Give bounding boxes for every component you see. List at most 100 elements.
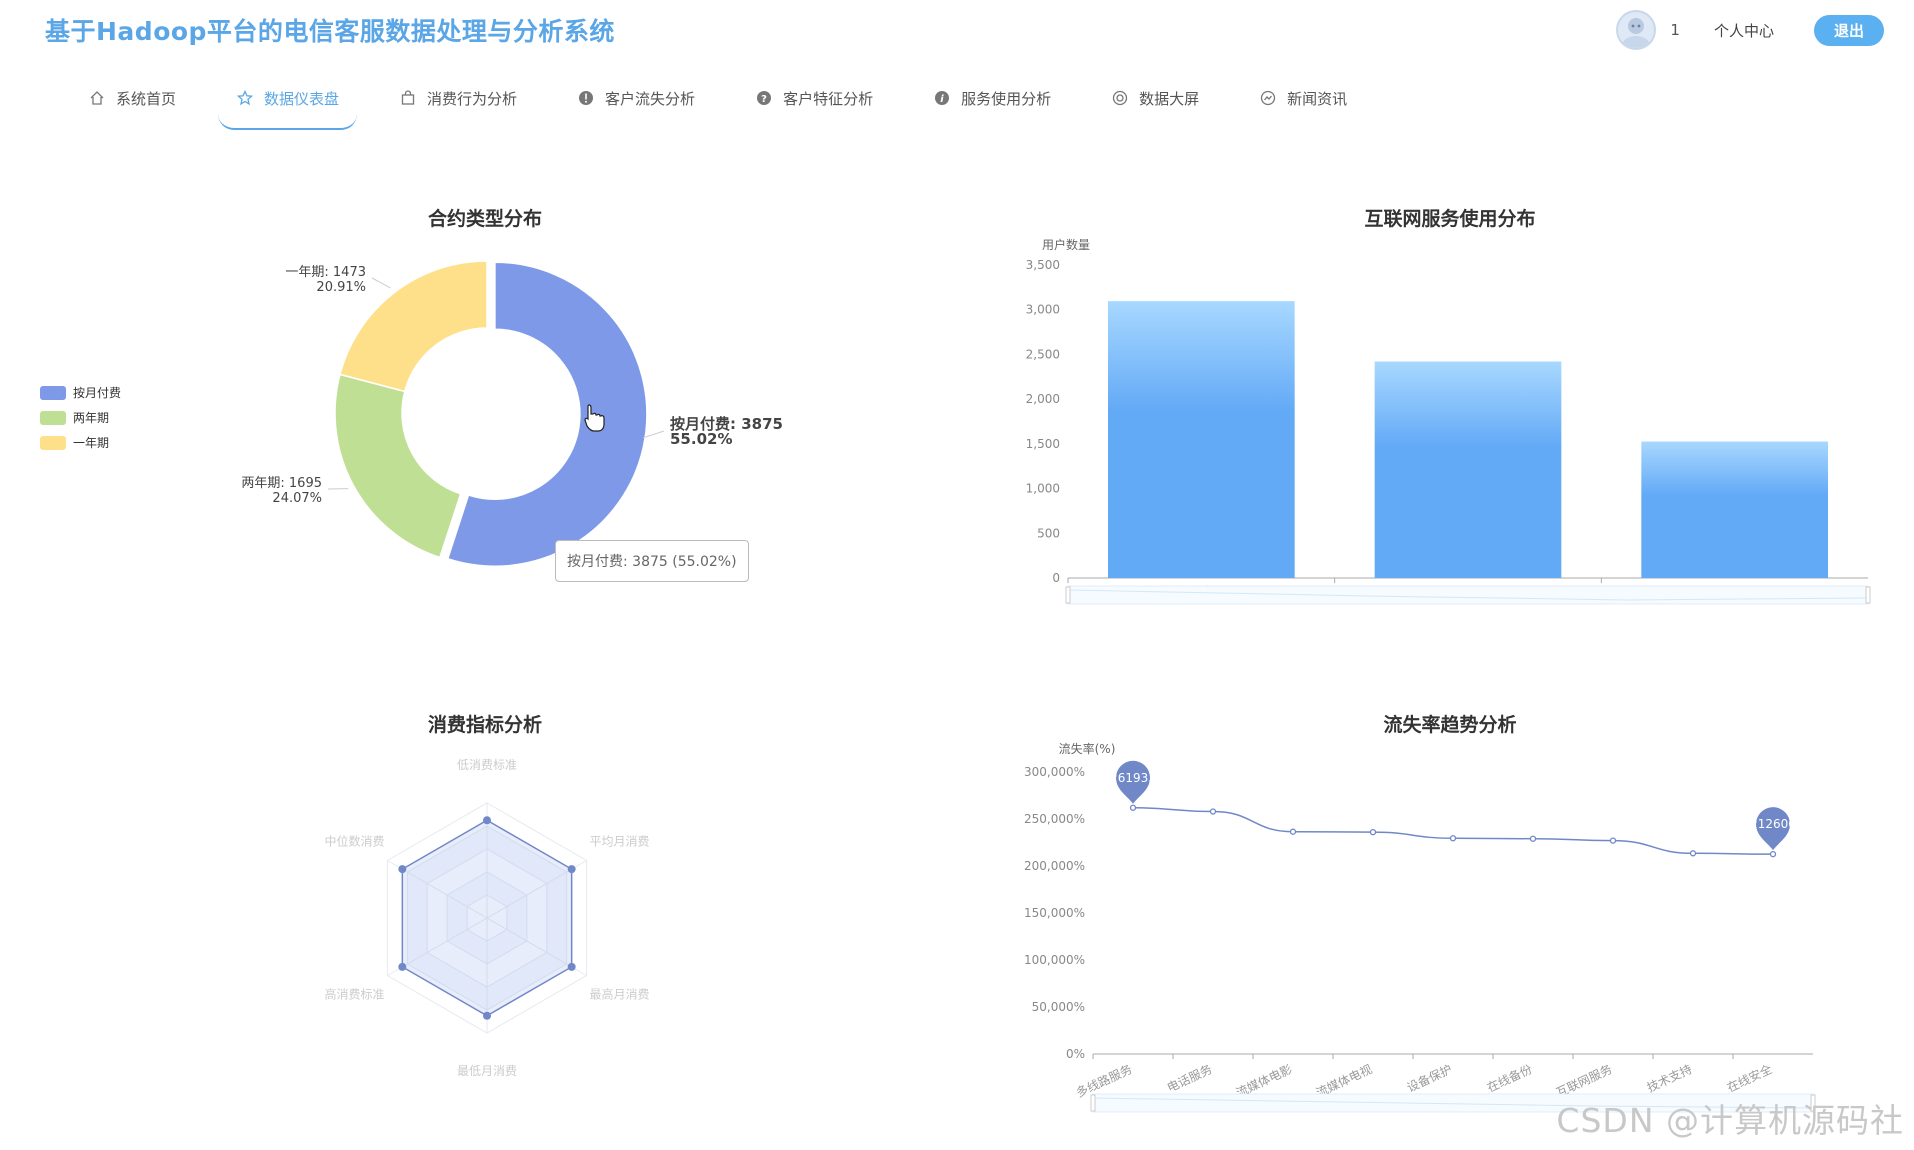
x-tick-label: 在线备份 xyxy=(1485,1062,1534,1095)
marker-pin-label: 261933 xyxy=(1110,771,1156,785)
line-point xyxy=(1609,837,1617,844)
nav-item-label: 客户流失分析 xyxy=(605,89,696,108)
star-icon xyxy=(236,89,254,107)
nav-item-dashboard[interactable]: 数据仪表盘 xyxy=(218,80,358,130)
line-chart-title: 流失率趋势分析 xyxy=(1383,714,1517,736)
radar-point xyxy=(398,962,407,971)
legend-label: 一年期 xyxy=(73,436,110,450)
line-point xyxy=(1209,808,1217,815)
radar-point xyxy=(567,962,576,971)
y-tick-label: 0% xyxy=(1066,1047,1085,1061)
pie-tooltip: 按月付费: 3875 (55.02%) xyxy=(555,540,749,582)
line-point xyxy=(1289,828,1297,835)
data-zoom-handle-right xyxy=(1865,586,1871,604)
nav-item-label: 消费行为分析 xyxy=(427,89,518,108)
line-marker-pin: 261933 xyxy=(1110,760,1156,804)
y-axis-label: 用户数量 xyxy=(1042,237,1090,252)
y-tick-label: 100,000% xyxy=(1024,953,1085,967)
bar-chart: 用户数量05001,0001,5002,0002,5003,0003,500光纤… xyxy=(1026,237,1871,605)
legend-item-one-year[interactable]: 一年期 xyxy=(40,430,121,455)
radar-point xyxy=(567,865,576,874)
pie-slice[interactable] xyxy=(334,373,462,559)
nav-item-bigscreen[interactable]: 数据大屏 xyxy=(1093,80,1217,116)
bar xyxy=(1374,361,1562,578)
data-zoom-slider xyxy=(1067,585,1869,605)
line-point xyxy=(1529,835,1537,842)
nav-item-label: 新闻资讯 xyxy=(1287,89,1348,108)
y-tick-label: 2,500 xyxy=(1026,347,1060,361)
nav-item-label: 系统首页 xyxy=(116,89,177,108)
y-tick-label: 200,000% xyxy=(1024,859,1085,873)
line-marker-pin: 212600 xyxy=(1750,807,1796,851)
radar-chart: 低消费标准平均月消费最高月消费最低月消费 高消费标准 中位数消费 xyxy=(324,758,650,1078)
nav-item-label: 数据仪表盘 xyxy=(264,89,340,108)
y-tick-label: 1,000 xyxy=(1026,482,1060,496)
y-tick-label: 3,000 xyxy=(1026,303,1060,317)
nav-item-churn[interactable]: 客户流失分析 xyxy=(559,80,713,116)
y-tick-label: 0 xyxy=(1052,571,1060,585)
nav-item-news[interactable]: 新闻资讯 xyxy=(1241,80,1365,116)
line-point xyxy=(1449,835,1457,842)
bag-icon xyxy=(399,89,417,107)
radar-indicator-label: 高消费标准 xyxy=(324,987,384,1002)
line-series xyxy=(1132,807,1774,855)
news-icon xyxy=(1259,89,1277,107)
user-area: 1 个人中心 退出 xyxy=(1616,10,1884,50)
y-tick-label: 2,000 xyxy=(1026,392,1060,406)
nav-item-label: 数据大屏 xyxy=(1139,89,1200,108)
legend-item-monthly[interactable]: 按月付费 xyxy=(40,380,121,405)
line-chart: 流失率(%) 0% 50,000% 100,000% 150,000% 200,000% 2… xyxy=(1024,741,1816,1113)
x-tick-label: 设备保护 xyxy=(1405,1062,1454,1095)
radar-indicator-label: 低消费标准 xyxy=(457,758,517,772)
home-icon xyxy=(88,89,106,107)
y-tick-label: 300,000% xyxy=(1024,765,1085,779)
pie-label: 两年期: 1695 xyxy=(241,476,322,491)
legend-swatch xyxy=(40,435,66,450)
y-tick-label: 1,500 xyxy=(1026,437,1060,451)
radar-indicator-label: 中位数消费 xyxy=(324,834,384,849)
radar-indicator-label: 平均月消费 xyxy=(590,835,650,849)
line-point xyxy=(1769,851,1777,858)
screen-icon xyxy=(1111,89,1129,107)
x-tick-label: 电话服务 xyxy=(1164,1061,1214,1095)
pie-label-percent: 24.07% xyxy=(272,491,322,506)
y-tick-label: 500 xyxy=(1037,526,1060,540)
radar-point xyxy=(483,816,491,825)
y-tick-label: 3,500 xyxy=(1026,258,1060,272)
svg-text:i: i xyxy=(940,94,944,105)
y-tick-label: 150,000% xyxy=(1024,906,1085,920)
radar-point xyxy=(398,865,407,874)
user-center-link[interactable]: 个人中心 xyxy=(1714,20,1774,41)
user-name: 1 xyxy=(1670,21,1680,39)
nav-item-label: 服务使用分析 xyxy=(961,89,1052,108)
legend-label: 两年期 xyxy=(73,411,110,425)
avatar[interactable] xyxy=(1616,10,1657,50)
y-tick-label: 50,000% xyxy=(1032,1000,1085,1014)
bar xyxy=(1108,301,1295,578)
line-point xyxy=(1369,829,1377,836)
nav-item-features[interactable]: ? 客户特征分析 xyxy=(737,80,891,116)
radar-chart-title: 消费指标分析 xyxy=(427,714,542,736)
legend-label: 按月付费 xyxy=(73,386,122,400)
data-zoom-handle-left xyxy=(1065,586,1071,604)
radar-point xyxy=(483,1011,491,1020)
radar-indicator-label: 最低月消费 xyxy=(457,1064,517,1078)
y-axis-label: 流失率(%) xyxy=(1059,741,1116,756)
nav-item-service[interactable]: i 服务使用分析 xyxy=(915,80,1069,116)
legend-item-two-year[interactable]: 两年期 xyxy=(40,405,121,430)
logout-button[interactable]: 退出 xyxy=(1813,14,1884,46)
nav-item-home[interactable]: 系统首页 xyxy=(70,80,194,116)
line-point xyxy=(1689,850,1697,857)
legend-swatch xyxy=(40,385,66,400)
warning-icon xyxy=(577,89,595,107)
pie-legend: 按月付费 两年期 一年期 xyxy=(40,380,121,455)
x-tick-label: 在线安全 xyxy=(1724,1061,1774,1095)
pie-chart-title: 合约类型分布 xyxy=(427,208,542,230)
question-icon: ? xyxy=(755,89,773,107)
main-nav: 系统首页 数据仪表盘 消费行为分析 客户流失分析 ? 客户特征分析 i 服务使用… xyxy=(70,80,1389,130)
svg-text:?: ? xyxy=(761,94,767,105)
legend-swatch xyxy=(40,410,66,425)
pie-label: 一年期: 1473 xyxy=(285,265,366,280)
line-point xyxy=(1129,804,1137,811)
nav-item-consumption[interactable]: 消费行为分析 xyxy=(381,80,535,116)
